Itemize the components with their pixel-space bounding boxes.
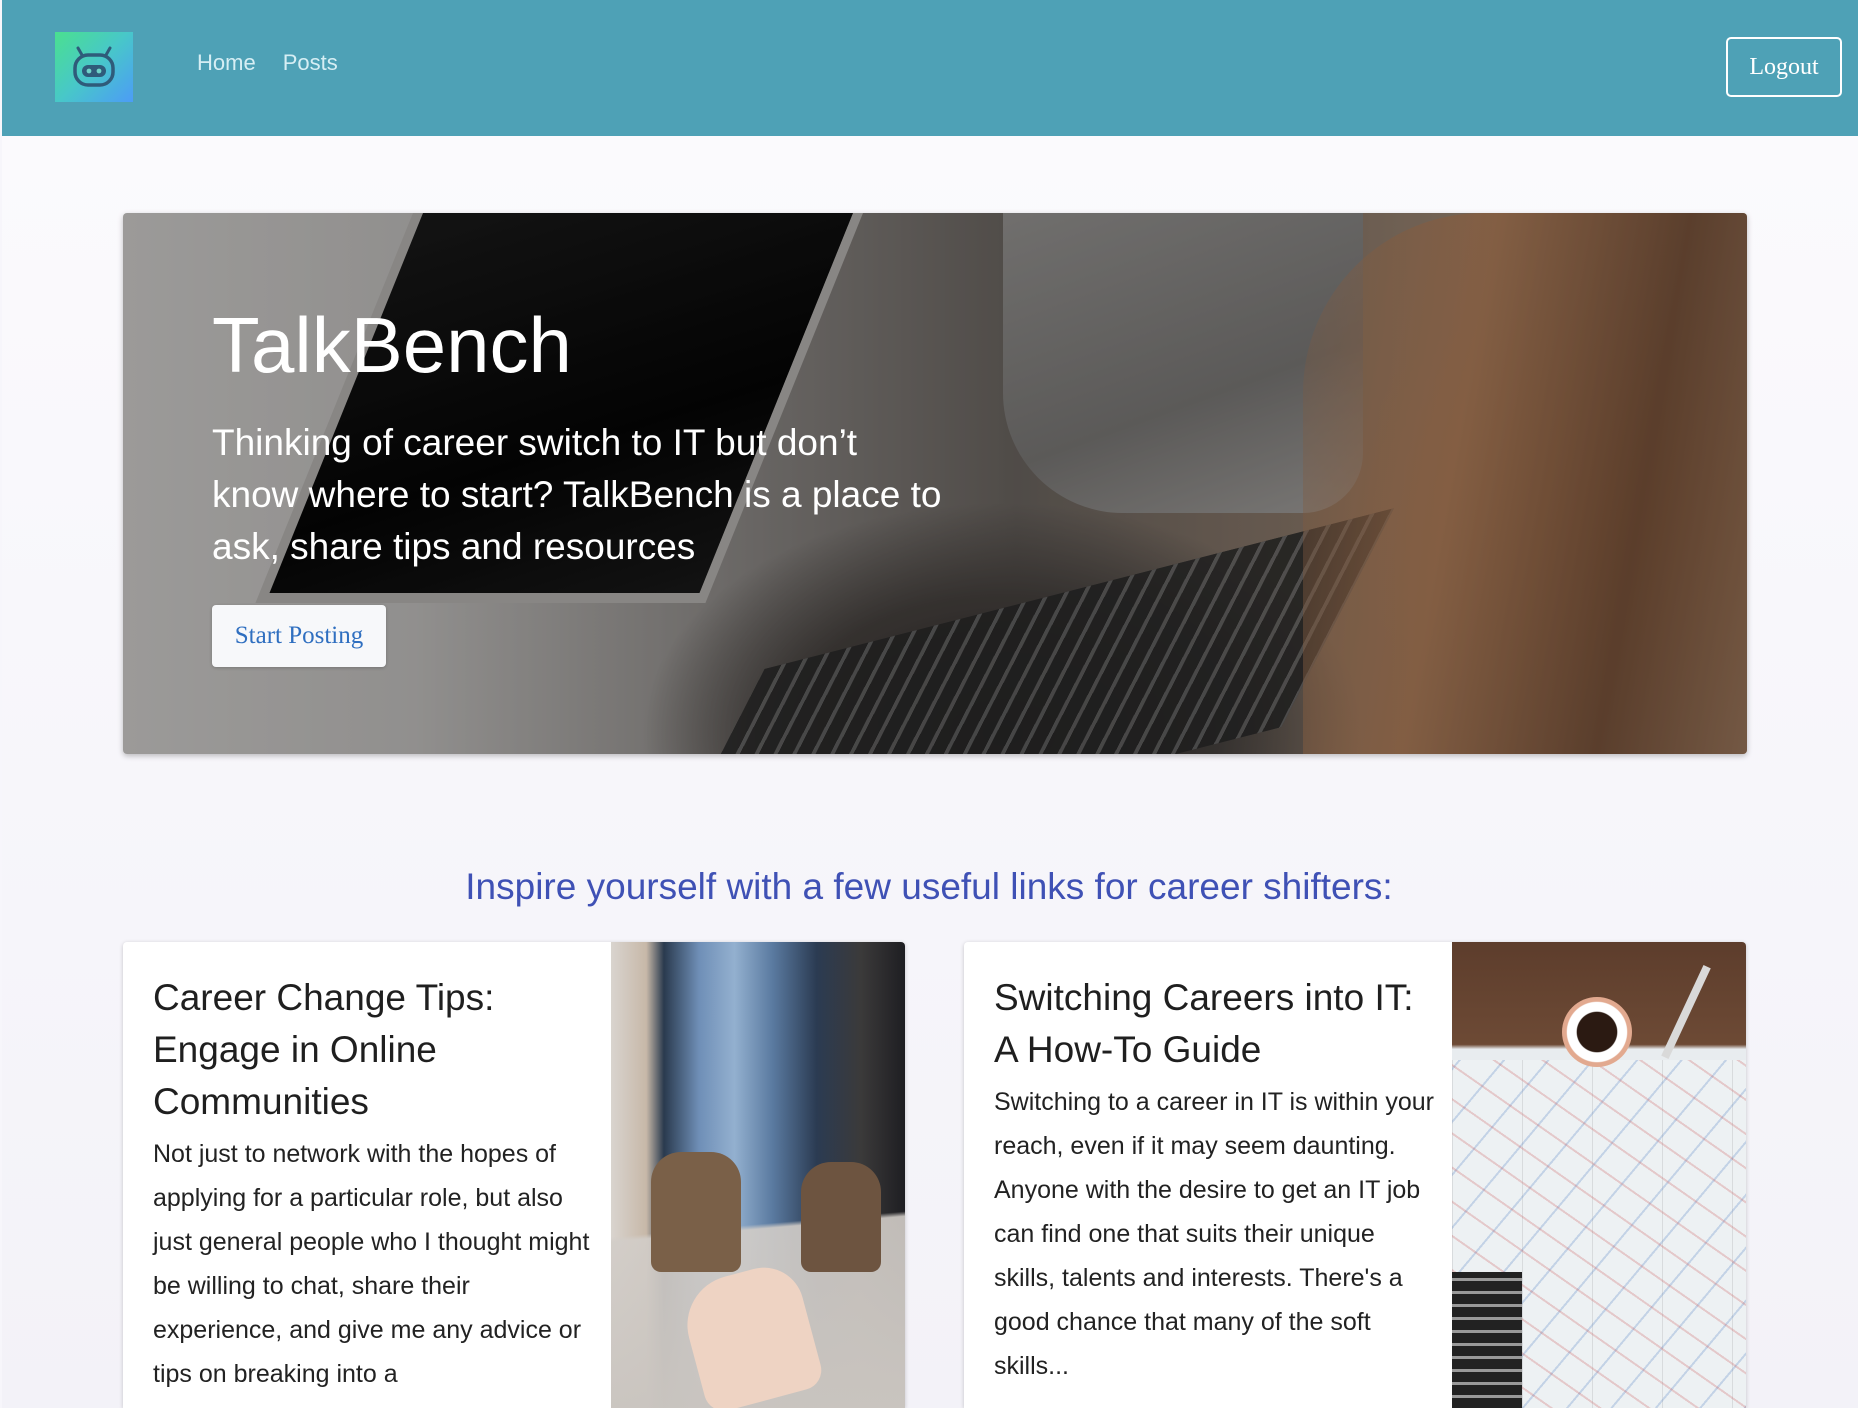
card-title[interactable]: Career Change Tips: Engage in Online Com… xyxy=(153,972,593,1128)
nav-posts-link[interactable]: Posts xyxy=(283,50,338,76)
card-excerpt: Switching to a career in IT is within yo… xyxy=(994,1088,1435,1380)
robot-icon xyxy=(73,46,115,87)
card-title[interactable]: Switching Careers into IT: A How-To Guid… xyxy=(994,972,1434,1076)
nav-home-link[interactable]: Home xyxy=(197,50,256,76)
top-navbar: Home Posts Logout xyxy=(2,0,1858,136)
card-image-detail xyxy=(1562,997,1632,1067)
card-image[interactable] xyxy=(1452,942,1746,1408)
card-image-detail xyxy=(1452,1272,1522,1408)
card-image-detail xyxy=(1661,964,1711,1060)
card-body: Career Change Tips: Engage in Online Com… xyxy=(153,972,593,1396)
link-card[interactable]: Career Change Tips: Engage in Online Com… xyxy=(123,942,905,1408)
main-nav: Home Posts xyxy=(197,50,338,76)
card-image[interactable] xyxy=(611,942,905,1408)
card-body: Switching Careers into IT: A How-To Guid… xyxy=(994,972,1434,1388)
card-image-detail xyxy=(651,1152,741,1272)
logout-button[interactable]: Logout xyxy=(1726,37,1842,97)
card-image-detail xyxy=(676,1258,826,1408)
hero-description: Thinking of career switch to IT but don’… xyxy=(212,421,942,567)
link-card[interactable]: Switching Careers into IT: A How-To Guid… xyxy=(964,942,1746,1408)
hero-banner: TalkBench Thinking of career switch to I… xyxy=(123,213,1747,754)
app-logo[interactable] xyxy=(55,32,133,102)
hero-title: TalkBench xyxy=(212,301,572,389)
hero-content: TalkBench Thinking of career switch to I… xyxy=(212,301,972,667)
card-image-detail xyxy=(801,1162,881,1272)
links-section-heading: Inspire yourself with a few useful links… xyxy=(465,866,1393,907)
start-posting-button[interactable]: Start Posting xyxy=(212,604,386,667)
card-excerpt: Not just to network with the hopes of ap… xyxy=(153,1140,590,1388)
